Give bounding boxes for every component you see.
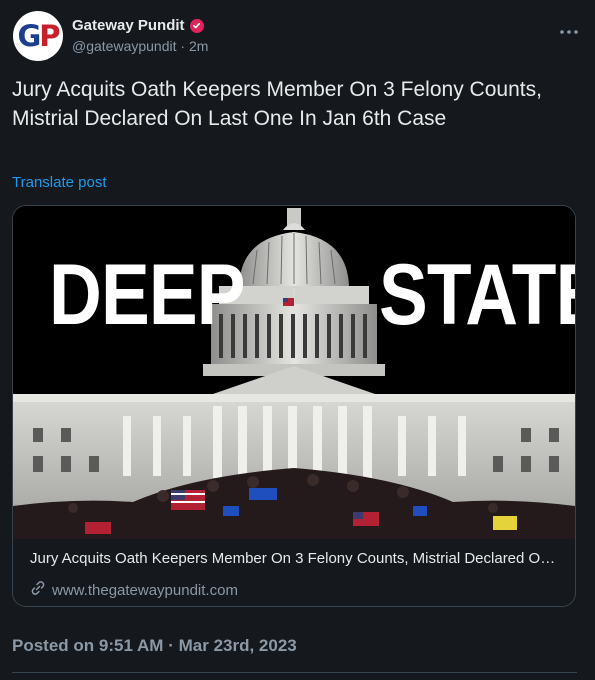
card-image[interactable]: DEEP STATE	[13, 206, 575, 539]
card-domain[interactable]: www.thegatewaypundit.com	[30, 580, 238, 600]
author-handle-row: @gatewaypundit · 2m	[72, 38, 208, 54]
tweet-text: Jury Acquits Oath Keepers Member On 3 Fe…	[12, 78, 542, 130]
more-options-icon[interactable]	[559, 24, 579, 35]
link-preview-card[interactable]: DEEP STATE Jury Acquits Oath Keepers Mem…	[12, 205, 576, 607]
post-time-ago[interactable]: 2m	[189, 38, 208, 54]
verified-badge-icon[interactable]	[189, 18, 204, 33]
avatar[interactable]: GP	[13, 11, 63, 61]
link-icon	[30, 580, 46, 600]
card-title[interactable]: Jury Acquits Oath Keepers Member On 3 Fe…	[30, 550, 560, 567]
posted-prefix: Posted on	[12, 636, 95, 655]
author-display-name[interactable]: Gateway Pundit	[72, 17, 185, 34]
author-name-row: Gateway Pundit	[72, 17, 204, 34]
card-domain-text: www.thegatewaypundit.com	[52, 581, 238, 599]
posted-date[interactable]: Mar 23rd, 2023	[179, 636, 297, 655]
posted-separator: ·	[168, 636, 174, 655]
posted-time[interactable]: 9:51 AM	[99, 636, 164, 655]
avatar-logo: GP	[17, 19, 60, 53]
posted-timestamp: Posted on 9:51 AM · Mar 23rd, 2023	[12, 636, 297, 656]
separator-dot: ·	[180, 38, 186, 54]
divider	[12, 672, 577, 673]
translate-post-link[interactable]: Translate post	[12, 174, 107, 191]
banner-text-left: DEEP	[49, 247, 246, 343]
author-handle[interactable]: @gatewaypundit	[72, 38, 177, 54]
banner-text-right: STATE	[379, 247, 575, 343]
